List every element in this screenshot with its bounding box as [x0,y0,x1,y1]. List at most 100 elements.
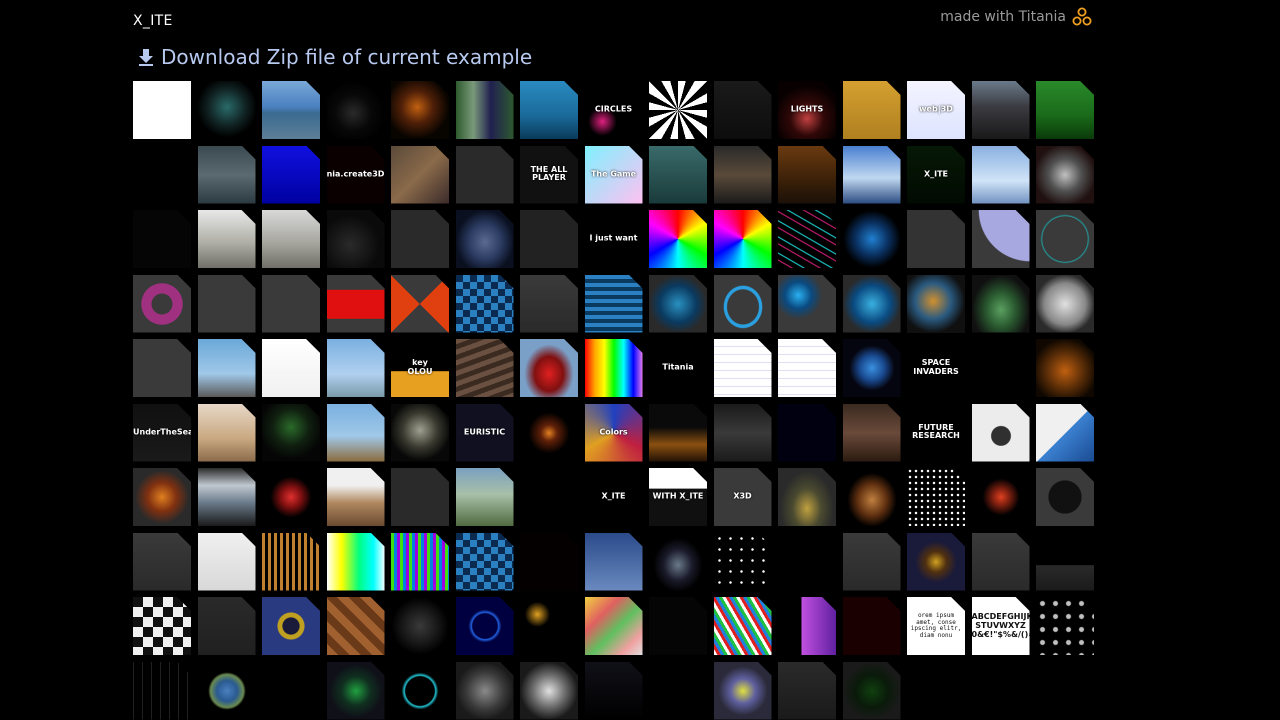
example-thumbnail[interactable]: X3D [713,468,772,526]
example-thumbnail[interactable] [133,597,191,655]
example-thumbnail[interactable] [391,532,449,591]
example-thumbnail[interactable] [713,532,772,591]
example-thumbnail[interactable] [262,403,320,462]
example-thumbnail[interactable] [842,532,901,591]
example-thumbnail[interactable] [584,274,643,333]
example-thumbnail[interactable] [778,339,836,397]
example-thumbnail[interactable] [778,532,836,591]
example-thumbnail[interactable]: I just want [584,210,643,268]
example-thumbnail[interactable] [133,661,191,720]
example-thumbnail[interactable] [455,532,514,591]
example-thumbnail[interactable] [971,81,1030,139]
example-thumbnail[interactable] [649,145,707,204]
example-thumbnail[interactable] [649,532,707,591]
example-thumbnail[interactable] [1036,468,1094,526]
example-thumbnail[interactable] [713,81,772,139]
example-thumbnail[interactable] [713,210,772,268]
credit-link[interactable]: made with Titania [940,7,1092,27]
example-thumbnail[interactable] [778,210,836,268]
example-thumbnail[interactable] [197,274,256,333]
example-thumbnail[interactable] [262,597,320,655]
example-thumbnail[interactable]: THE ALL PLAYER [520,145,578,204]
example-thumbnail[interactable] [842,210,901,268]
example-thumbnail[interactable] [133,145,191,204]
example-thumbnail[interactable] [584,661,643,720]
example-thumbnail[interactable] [520,274,578,333]
example-thumbnail[interactable] [455,339,514,397]
example-thumbnail[interactable] [1036,403,1094,462]
example-thumbnail[interactable] [649,403,707,462]
example-thumbnail[interactable]: web|3D [907,81,965,139]
example-thumbnail[interactable] [133,81,191,139]
example-thumbnail[interactable] [971,532,1030,591]
example-thumbnail[interactable] [197,81,256,139]
example-thumbnail[interactable] [391,597,449,655]
example-thumbnail[interactable] [326,661,385,720]
example-thumbnail[interactable] [197,661,256,720]
example-thumbnail[interactable] [133,339,191,397]
example-thumbnail[interactable] [520,210,578,268]
example-thumbnail[interactable] [778,145,836,204]
example-thumbnail[interactable] [520,661,578,720]
example-thumbnail[interactable] [197,210,256,268]
example-thumbnail[interactable] [649,210,707,268]
example-thumbnail[interactable]: ABCDEFGHIJKLMNOP STUVWXYZ 0&€!"$%&/()=? [971,597,1030,655]
example-thumbnail[interactable] [262,145,320,204]
example-thumbnail[interactable]: EURISTIC [455,403,514,462]
example-thumbnail[interactable] [649,662,707,720]
example-thumbnail[interactable] [1036,597,1094,655]
example-thumbnail[interactable] [778,403,836,462]
example-thumbnail[interactable] [584,597,643,655]
example-thumbnail[interactable] [971,145,1030,204]
download-zip-link[interactable]: Download Zip file of current example [137,45,532,69]
example-thumbnail[interactable] [520,81,578,139]
example-thumbnail[interactable] [455,597,514,655]
example-thumbnail[interactable]: X_ITE [907,145,965,204]
example-thumbnail[interactable] [778,468,836,526]
example-thumbnail[interactable] [907,274,965,333]
example-thumbnail[interactable]: nia.create3D [326,145,385,204]
example-thumbnail[interactable] [455,210,514,268]
example-thumbnail[interactable] [455,468,514,526]
example-thumbnail[interactable] [455,661,514,720]
example-thumbnail[interactable] [133,210,191,268]
example-thumbnail[interactable] [262,339,320,397]
example-thumbnail[interactable] [1036,339,1094,397]
example-thumbnail[interactable] [971,403,1030,462]
example-thumbnail[interactable] [197,597,256,655]
example-thumbnail[interactable] [971,468,1030,526]
example-thumbnail[interactable] [713,145,772,204]
example-thumbnail[interactable] [326,81,385,139]
example-thumbnail[interactable] [326,274,385,333]
example-thumbnail[interactable] [1036,81,1094,139]
example-thumbnail[interactable]: key OLOU [391,339,449,397]
example-thumbnail[interactable]: UnderTheSea [133,403,191,462]
example-thumbnail[interactable] [262,532,320,591]
example-thumbnail[interactable] [133,468,191,526]
example-thumbnail[interactable] [455,81,514,139]
example-thumbnail[interactable] [391,661,449,720]
example-thumbnail[interactable] [842,145,901,204]
example-thumbnail[interactable] [391,468,449,526]
example-thumbnail[interactable] [520,339,578,397]
example-thumbnail[interactable] [1036,274,1094,333]
example-thumbnail[interactable] [713,274,772,333]
example-thumbnail[interactable] [197,468,256,526]
example-thumbnail[interactable] [455,145,514,204]
example-thumbnail[interactable] [520,597,578,655]
example-thumbnail[interactable] [326,468,385,526]
example-thumbnail[interactable] [262,81,320,139]
example-thumbnail[interactable] [971,274,1030,333]
example-thumbnail[interactable] [907,468,965,526]
example-thumbnail[interactable] [842,81,901,139]
example-thumbnail[interactable] [842,468,901,526]
brand-title[interactable]: X_ITE [133,13,173,29]
example-thumbnail[interactable] [133,532,191,591]
example-thumbnail[interactable] [649,81,707,139]
example-thumbnail[interactable] [649,597,707,655]
example-thumbnail[interactable] [262,661,320,720]
example-thumbnail[interactable] [907,532,965,591]
example-thumbnail[interactable] [391,81,449,139]
example-thumbnail[interactable]: Colors [584,403,643,462]
example-thumbnail[interactable]: SPACE INVADERS [907,339,965,397]
